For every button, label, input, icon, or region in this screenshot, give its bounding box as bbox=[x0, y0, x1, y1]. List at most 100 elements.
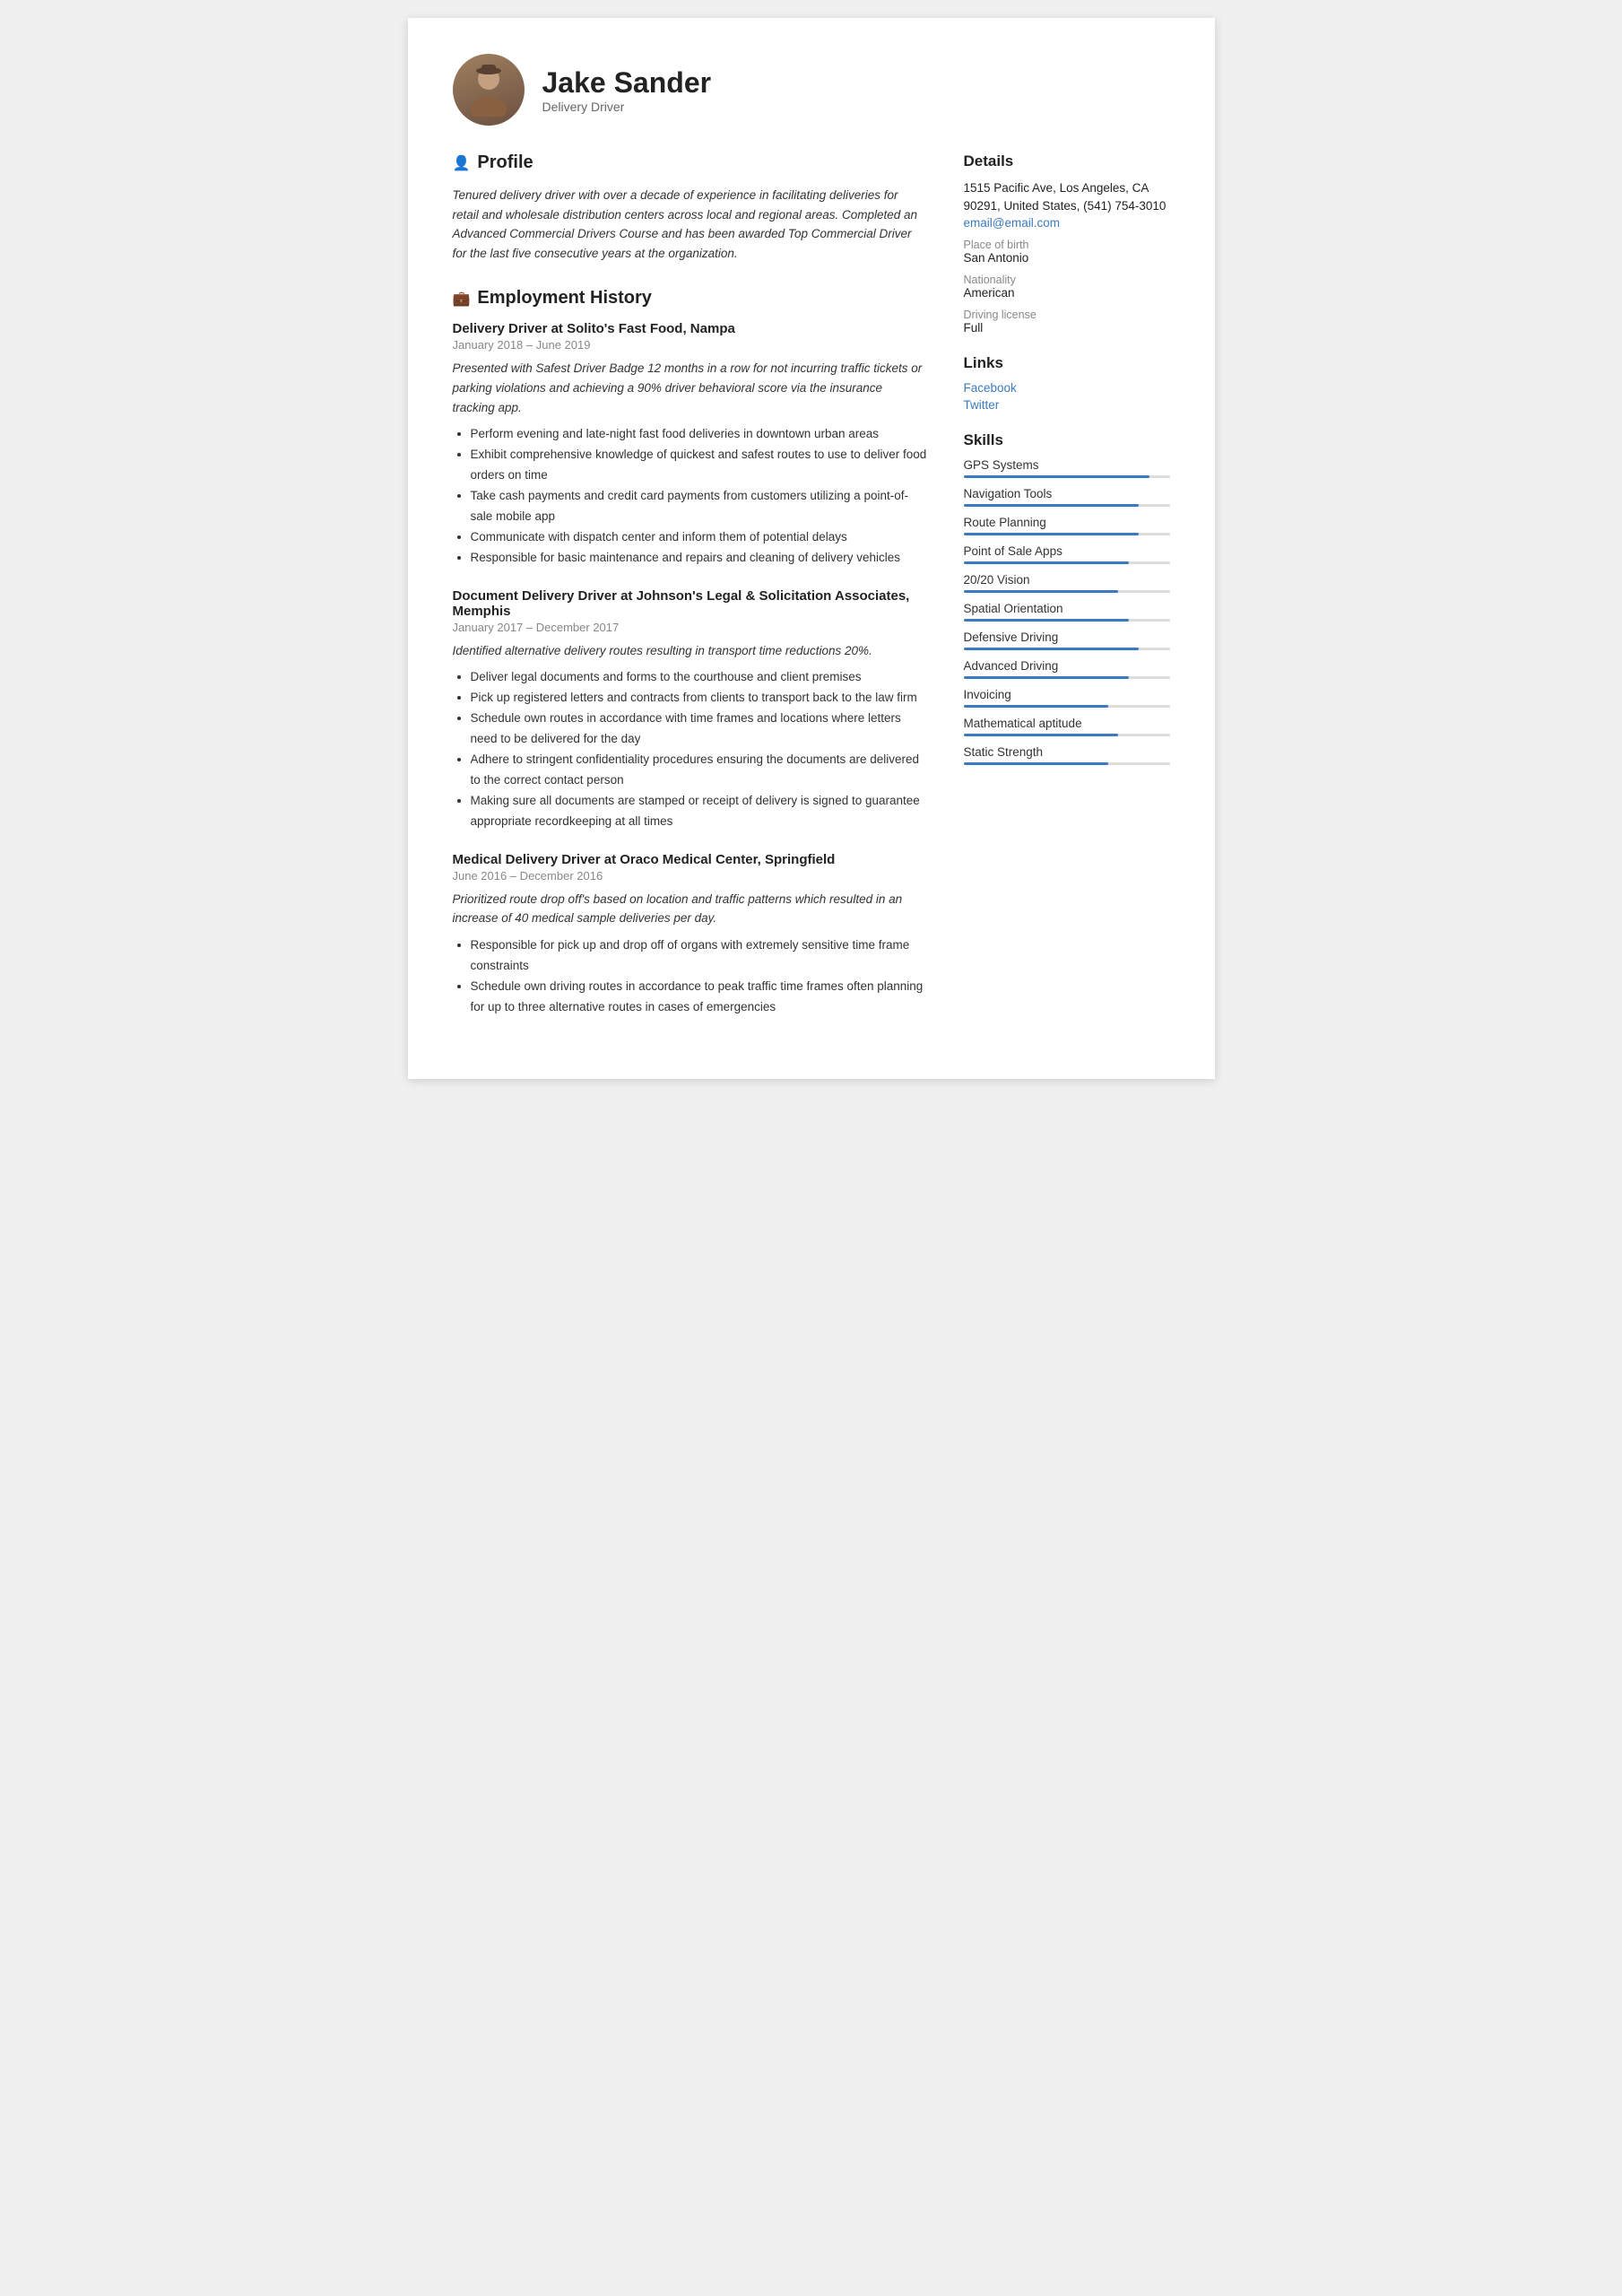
bullet-item: Communicate with dispatch center and inf… bbox=[471, 527, 928, 548]
skill-bar-bg bbox=[964, 561, 1170, 564]
candidate-name: Jake Sander bbox=[542, 66, 712, 100]
driving-license-label: Driving license bbox=[964, 309, 1170, 321]
employment-section: 💼 Employment History Delivery Driver at … bbox=[453, 288, 928, 1017]
side-column: Details 1515 Pacific Ave, Los Angeles, C… bbox=[964, 152, 1170, 1043]
skill-20-20-vision: 20/20 Vision bbox=[964, 573, 1170, 593]
skill-mathematical-aptitude: Mathematical aptitude bbox=[964, 717, 1170, 736]
skill-bar-bg bbox=[964, 648, 1170, 650]
skill-bar-fill bbox=[964, 676, 1129, 679]
place-of-birth-label: Place of birth bbox=[964, 239, 1170, 251]
bullet-item: Deliver legal documents and forms to the… bbox=[471, 667, 928, 688]
job-1-title: Delivery Driver at Solito's Fast Food, N… bbox=[453, 321, 928, 336]
skill-name: Invoicing bbox=[964, 688, 1170, 701]
job-3: Medical Delivery Driver at Oraco Medical… bbox=[453, 852, 928, 1018]
job-3-dates: June 2016 – December 2016 bbox=[453, 869, 928, 883]
bullet-item: Schedule own driving routes in accordanc… bbox=[471, 977, 928, 1018]
skill-bar-fill bbox=[964, 475, 1149, 478]
skill-name: Static Strength bbox=[964, 745, 1170, 759]
skill-bar-fill bbox=[964, 705, 1108, 708]
bullet-item: Exhibit comprehensive knowledge of quick… bbox=[471, 445, 928, 486]
place-of-birth-value: San Antonio bbox=[964, 251, 1170, 265]
links-heading: Links bbox=[964, 354, 1170, 372]
skill-bar-bg bbox=[964, 590, 1170, 593]
avatar-image bbox=[453, 54, 525, 126]
job-1-summary: Presented with Safest Driver Badge 12 mo… bbox=[453, 359, 928, 417]
avatar bbox=[453, 54, 525, 126]
skill-bar-bg bbox=[964, 504, 1170, 507]
skill-bar-bg bbox=[964, 762, 1170, 765]
skill-bar-fill bbox=[964, 648, 1140, 650]
bullet-item: Take cash payments and credit card payme… bbox=[471, 486, 928, 527]
profile-heading: 👤 Profile bbox=[453, 152, 928, 173]
skill-static-strength: Static Strength bbox=[964, 745, 1170, 765]
skill-bar-bg bbox=[964, 475, 1170, 478]
bullet-item: Adhere to stringent confidentiality proc… bbox=[471, 750, 928, 791]
nationality-value: American bbox=[964, 286, 1170, 300]
job-3-summary: Prioritized route drop off's based on lo… bbox=[453, 890, 928, 928]
link-facebook[interactable]: Facebook bbox=[964, 381, 1170, 395]
skill-bar-fill bbox=[964, 504, 1140, 507]
bullet-item: Perform evening and late-night fast food… bbox=[471, 424, 928, 445]
employment-heading: 💼 Employment History bbox=[453, 288, 928, 309]
skill-bar-fill bbox=[964, 762, 1108, 765]
job-3-title: Medical Delivery Driver at Oraco Medical… bbox=[453, 852, 928, 867]
nationality-label: Nationality bbox=[964, 274, 1170, 286]
main-column: 👤 Profile Tenured delivery driver with o… bbox=[453, 152, 928, 1043]
skills-heading: Skills bbox=[964, 431, 1170, 449]
skill-name: Route Planning bbox=[964, 516, 1170, 529]
skill-defensive-driving: Defensive Driving bbox=[964, 631, 1170, 650]
job-2-dates: January 2017 – December 2017 bbox=[453, 621, 928, 634]
skill-name: Navigation Tools bbox=[964, 487, 1170, 500]
skill-bar-fill bbox=[964, 561, 1129, 564]
skill-point-of-sale: Point of Sale Apps bbox=[964, 544, 1170, 564]
job-2-summary: Identified alternative delivery routes r… bbox=[453, 641, 928, 661]
links-section: Links Facebook Twitter bbox=[964, 354, 1170, 412]
profile-text: Tenured delivery driver with over a deca… bbox=[453, 186, 928, 263]
job-1-dates: January 2018 – June 2019 bbox=[453, 338, 928, 352]
skill-route-planning: Route Planning bbox=[964, 516, 1170, 535]
skill-bar-bg bbox=[964, 676, 1170, 679]
skills-section: Skills GPS Systems Navigation Tools Rout… bbox=[964, 431, 1170, 765]
skill-name: Advanced Driving bbox=[964, 659, 1170, 673]
skill-gps-systems: GPS Systems bbox=[964, 458, 1170, 478]
skill-name: Mathematical aptitude bbox=[964, 717, 1170, 730]
detail-address: 1515 Pacific Ave, Los Angeles, CA 90291,… bbox=[964, 179, 1170, 216]
job-2-title: Document Delivery Driver at Johnson's Le… bbox=[453, 588, 928, 619]
skill-bar-bg bbox=[964, 734, 1170, 736]
detail-email[interactable]: email@email.com bbox=[964, 216, 1170, 230]
skill-bar-bg bbox=[964, 705, 1170, 708]
skill-bar-fill bbox=[964, 590, 1119, 593]
header: Jake Sander Delivery Driver bbox=[453, 54, 1170, 126]
bullet-item: Responsible for pick up and drop off of … bbox=[471, 935, 928, 977]
details-section: Details 1515 Pacific Ave, Los Angeles, C… bbox=[964, 152, 1170, 335]
skill-bar-bg bbox=[964, 619, 1170, 622]
skill-bar-fill bbox=[964, 619, 1129, 622]
job-3-bullets: Responsible for pick up and drop off of … bbox=[453, 935, 928, 1018]
resume-page: Jake Sander Delivery Driver 👤 Profile Te… bbox=[408, 18, 1215, 1079]
driving-license-value: Full bbox=[964, 321, 1170, 335]
skill-name: Point of Sale Apps bbox=[964, 544, 1170, 558]
bullet-item: Schedule own routes in accordance with t… bbox=[471, 709, 928, 750]
employment-icon: 💼 bbox=[453, 290, 471, 308]
bullet-item: Making sure all documents are stamped or… bbox=[471, 791, 928, 832]
skill-bar-bg bbox=[964, 533, 1170, 535]
header-text: Jake Sander Delivery Driver bbox=[542, 66, 712, 114]
skill-bar-fill bbox=[964, 533, 1140, 535]
candidate-title: Delivery Driver bbox=[542, 100, 712, 114]
content-area: 👤 Profile Tenured delivery driver with o… bbox=[453, 152, 1170, 1043]
skill-bar-fill bbox=[964, 734, 1119, 736]
job-2-bullets: Deliver legal documents and forms to the… bbox=[453, 667, 928, 832]
skill-navigation-tools: Navigation Tools bbox=[964, 487, 1170, 507]
details-heading: Details bbox=[964, 152, 1170, 170]
link-twitter[interactable]: Twitter bbox=[964, 398, 1170, 412]
skill-advanced-driving: Advanced Driving bbox=[964, 659, 1170, 679]
skill-name: Spatial Orientation bbox=[964, 602, 1170, 615]
job-1-bullets: Perform evening and late-night fast food… bbox=[453, 424, 928, 569]
profile-section: 👤 Profile Tenured delivery driver with o… bbox=[453, 152, 928, 263]
bullet-item: Responsible for basic maintenance and re… bbox=[471, 548, 928, 569]
skill-name: GPS Systems bbox=[964, 458, 1170, 472]
skill-name: Defensive Driving bbox=[964, 631, 1170, 644]
bullet-item: Pick up registered letters and contracts… bbox=[471, 688, 928, 709]
skill-invoicing: Invoicing bbox=[964, 688, 1170, 708]
job-1: Delivery Driver at Solito's Fast Food, N… bbox=[453, 321, 928, 568]
